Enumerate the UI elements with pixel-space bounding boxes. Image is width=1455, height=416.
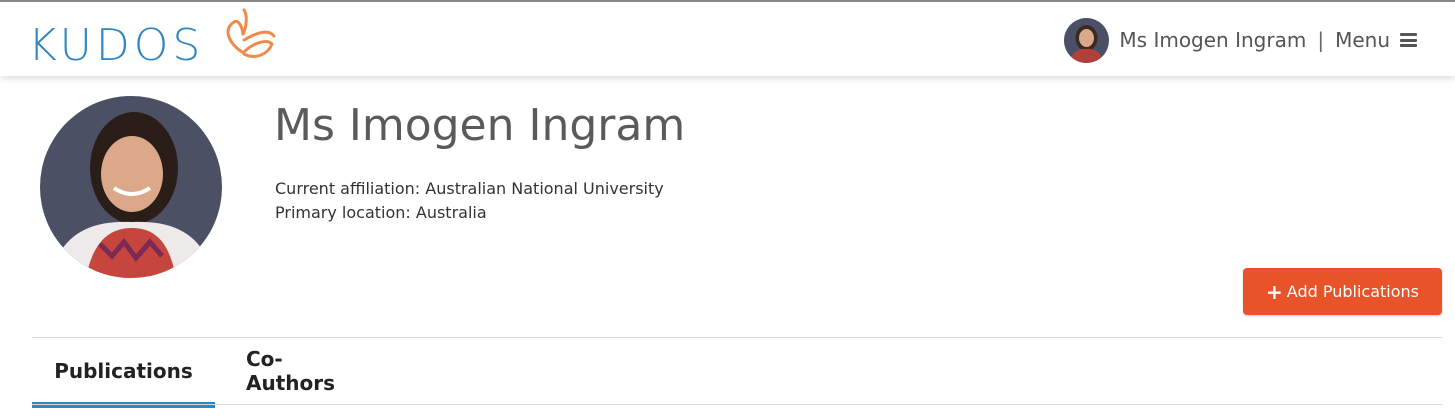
butterfly-icon [226, 8, 276, 58]
tabs-bottom-border [32, 404, 1442, 405]
profile-meta: Current affiliation: Australian National… [275, 177, 664, 225]
add-publications-button[interactable]: + Add Publications [1243, 268, 1442, 315]
menu-button[interactable]: Menu [1335, 28, 1417, 52]
top-navigation-bar: KUDOS Ms Imogen Ingram | Menu [0, 2, 1455, 76]
tab-publications[interactable]: Publications [32, 340, 215, 408]
logo-text: KUDOS [28, 20, 205, 71]
section-divider [32, 337, 1442, 338]
user-menu-area: Ms Imogen Ingram | Menu [1064, 16, 1417, 64]
primary-location: Primary location: Australia [275, 203, 487, 222]
hamburger-icon [1400, 33, 1417, 47]
kudos-logo[interactable]: KUDOS [28, 8, 288, 74]
plus-icon: + [1266, 279, 1283, 304]
header-separator: | [1317, 28, 1325, 52]
header-user-name[interactable]: Ms Imogen Ingram [1119, 28, 1306, 52]
current-affiliation: Current affiliation: Australian National… [275, 179, 664, 198]
profile-name: Ms Imogen Ingram [274, 100, 686, 151]
menu-label: Menu [1335, 28, 1390, 52]
user-avatar[interactable] [1064, 17, 1110, 63]
add-publications-label: Add Publications [1286, 282, 1419, 301]
tab-co-authors[interactable]: Co-Authors [246, 340, 368, 402]
profile-photo [40, 96, 222, 278]
profile-tabs: Publications Co-Authors [32, 340, 1442, 408]
